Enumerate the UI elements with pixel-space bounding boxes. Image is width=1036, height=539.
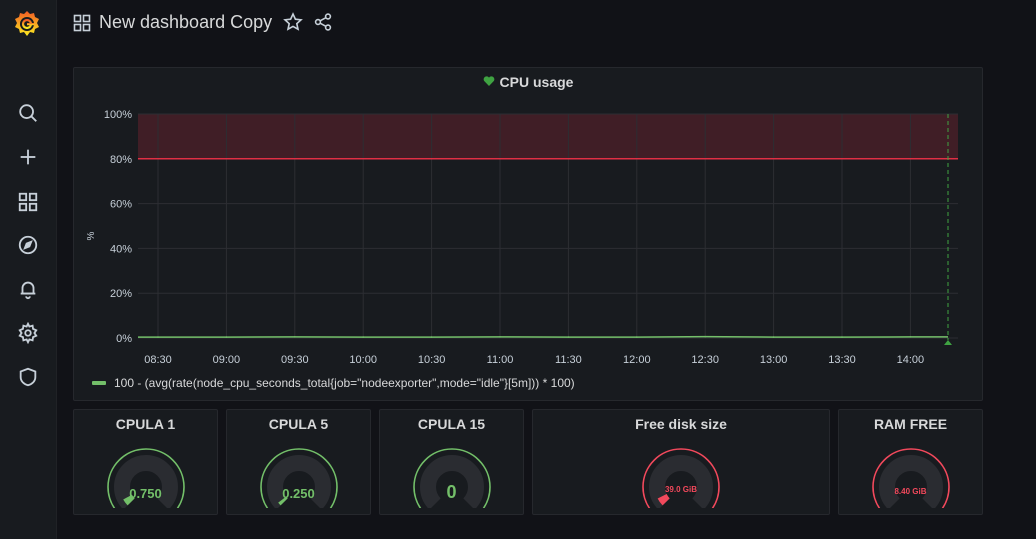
gauge-panel-cpula5[interactable]: CPULA 5 0.250 xyxy=(226,409,371,515)
gauge-value: 0.250 xyxy=(282,486,315,501)
y-tick-label: 40% xyxy=(110,243,132,255)
gauge xyxy=(871,448,950,508)
y-tick-label: 100% xyxy=(104,109,132,121)
share-icon[interactable] xyxy=(313,12,333,32)
gauge-panel-cpula1[interactable]: CPULA 1 0.750 xyxy=(73,409,218,515)
x-tick-label: 11:00 xyxy=(487,354,514,366)
cpu-usage-graph[interactable]: 0% 20% 40% 60% 80% 100% 08:30 09:00 09:30 10:00 10… xyxy=(74,68,984,368)
sidebar xyxy=(0,0,57,539)
y-tick-label: 20% xyxy=(110,288,132,300)
data-point xyxy=(772,336,775,338)
data-point xyxy=(362,336,365,338)
gauge-track xyxy=(878,455,943,508)
panel-title: CPULA 5 xyxy=(268,416,329,432)
gauge xyxy=(642,448,720,508)
x-tick-label: 09:30 xyxy=(281,354,309,366)
threshold-region xyxy=(138,114,958,159)
dashboard-header: New dashboard Copy xyxy=(57,0,1036,46)
shield-icon[interactable] xyxy=(16,365,40,389)
panel-title: CPULA 15 xyxy=(417,416,486,432)
chart-legend[interactable]: 100 - (avg(rate(node_cpu_seconds_total{j… xyxy=(92,376,575,390)
cpu-usage-panel[interactable]: CPU usage 0% 20% 40% 60% 80% 100% 08:30 09:00 09… xyxy=(73,67,983,401)
x-tick-label: 12:00 xyxy=(623,354,651,366)
data-point xyxy=(636,336,638,338)
bell-icon[interactable] xyxy=(16,277,40,301)
gauge-value: 0.750 xyxy=(129,486,162,501)
data-point xyxy=(225,336,228,338)
data-point xyxy=(499,336,501,338)
gauge-value: 39.0 GiB xyxy=(664,485,697,494)
gauge-value: 0 xyxy=(446,482,457,502)
search-icon[interactable] xyxy=(16,101,40,125)
data-point xyxy=(567,336,570,338)
x-tick-label: 13:00 xyxy=(760,354,788,366)
x-tick-label: 10:00 xyxy=(349,354,377,366)
gauge-panel-ram-free[interactable]: RAM FREE 8.40 GiB xyxy=(838,409,983,515)
x-tick-label: 13:30 xyxy=(828,354,856,366)
data-point xyxy=(841,336,843,338)
dashboard-title[interactable]: New dashboard Copy xyxy=(99,12,272,33)
data-point xyxy=(704,335,706,338)
data-point xyxy=(157,336,159,338)
panel-title: Free disk size xyxy=(635,416,727,432)
legend-swatch xyxy=(92,381,106,385)
panel-title: RAM FREE xyxy=(873,416,948,432)
data-point xyxy=(430,336,433,338)
y-tick-label: 0% xyxy=(116,333,132,345)
x-tick-label: 14:00 xyxy=(897,354,925,366)
gauge-fill xyxy=(657,493,670,506)
x-tick-label: 09:00 xyxy=(213,354,241,366)
dashboards-icon[interactable] xyxy=(16,190,40,214)
y-tick-label: 80% xyxy=(110,154,132,166)
gauge-panel-cpula15[interactable]: CPULA 15 0 xyxy=(379,409,524,515)
x-tick-label: 10:30 xyxy=(418,354,446,366)
plus-icon[interactable] xyxy=(16,145,40,169)
grafana-logo[interactable] xyxy=(11,8,43,40)
gauge-value: 8.40 GiB xyxy=(894,487,927,496)
data-point xyxy=(294,336,296,338)
panel-title: CPULA 1 xyxy=(115,416,176,432)
y-tick-label: 60% xyxy=(110,199,132,211)
x-tick-label: 12:30 xyxy=(691,354,719,366)
gauge-panel-free-disk[interactable]: Free disk size 39.0 GiB xyxy=(532,409,830,515)
apps-icon[interactable] xyxy=(73,14,91,32)
x-tick-label: 11:30 xyxy=(555,354,582,366)
star-icon[interactable] xyxy=(283,12,303,32)
legend-series-name: 100 - (avg(rate(node_cpu_seconds_total{j… xyxy=(114,376,575,390)
y-axis-label: % xyxy=(86,231,97,240)
data-point xyxy=(909,336,912,338)
annotation-marker[interactable] xyxy=(944,340,952,345)
gear-icon[interactable] xyxy=(16,321,40,345)
compass-icon[interactable] xyxy=(16,233,40,257)
x-tick-label: 08:30 xyxy=(144,354,172,366)
